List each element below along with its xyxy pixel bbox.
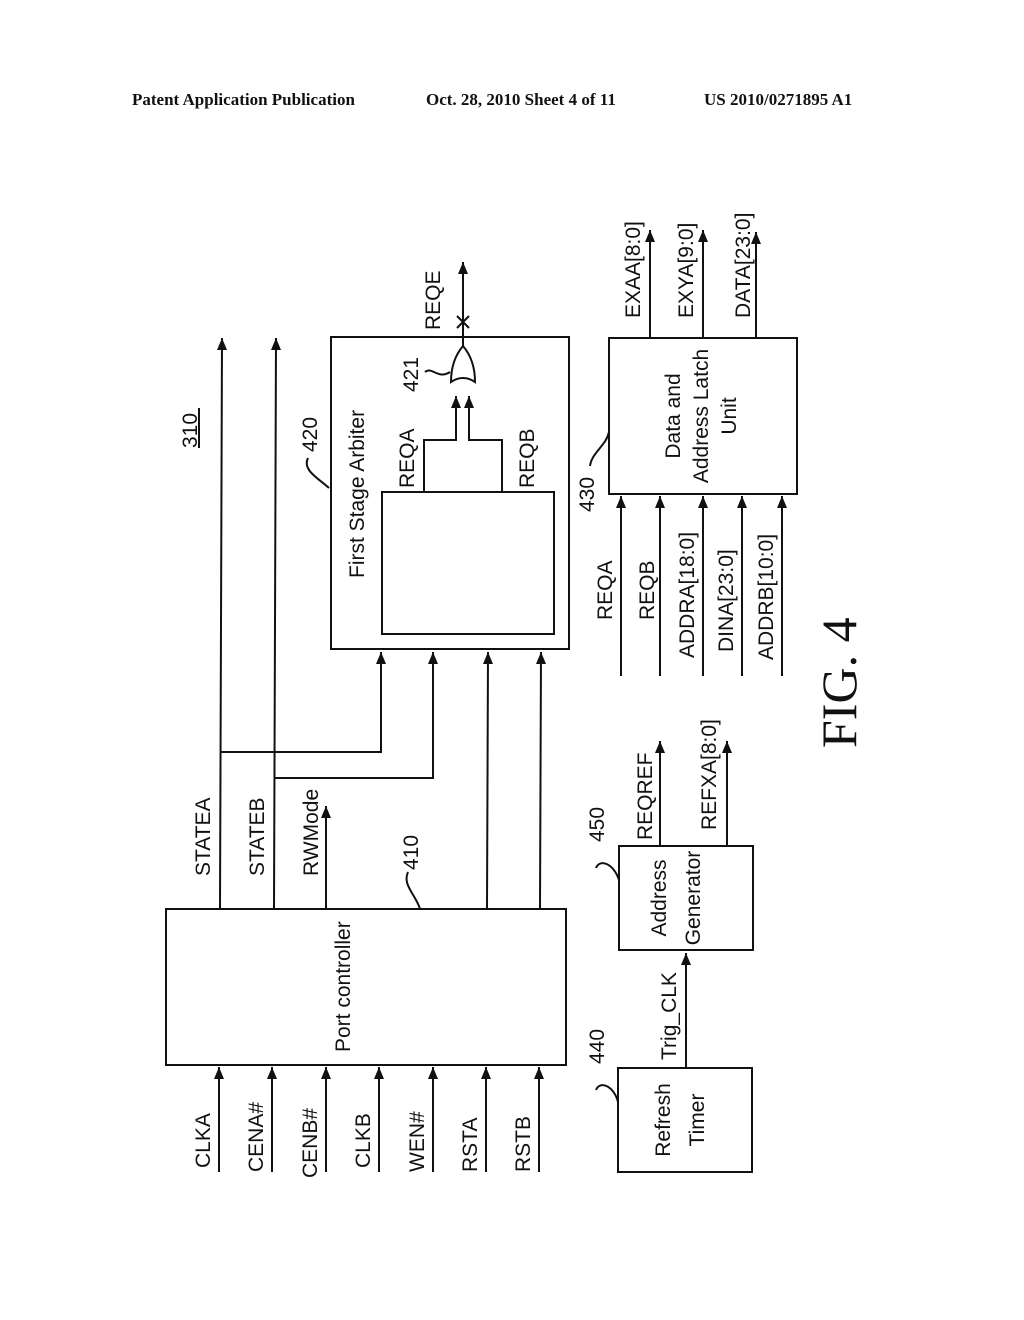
inner-reqb-label: REQB (516, 428, 539, 488)
stateb-wire (271, 337, 281, 910)
reqe-label: REQE (422, 270, 445, 330)
latch-output-exaa: EXAA[8:0] (622, 221, 645, 318)
arbiter-inner-block (381, 491, 555, 635)
ref-430: 430 (576, 477, 599, 512)
port-controller-block (165, 908, 567, 1066)
addrgen-output-refxa: REFXA[8:0] (698, 719, 721, 830)
ref-450-leader (595, 862, 620, 881)
ref-420-leader (305, 457, 330, 489)
latch-label-line3: Unit (718, 397, 741, 435)
latch-output-exya: EXYA[9:0] (675, 223, 698, 318)
refresh-timer-block (617, 1067, 753, 1173)
arbiter-label: First Stage Arbiter (346, 410, 369, 578)
statea-to-arbiter (221, 652, 386, 753)
output-label-rwmode: RWMode (300, 789, 323, 876)
latch-input-addrb: ADDRB[10:0] (755, 534, 778, 660)
latch-label-line2: Address Latch (690, 349, 713, 483)
input-label-cena: CENA# (245, 1102, 268, 1172)
timer-label-line1: Refresh (652, 1083, 675, 1157)
latch-input-addra: ADDRA[18:0] (676, 532, 699, 658)
output-label-stateb: STATEB (246, 797, 269, 876)
ref-440-leader (595, 1084, 619, 1103)
ref-430-leader (589, 431, 610, 467)
input-label-rstb: RSTB (512, 1116, 535, 1172)
addrgen-label-line1: Address (648, 859, 671, 936)
ref-420: 420 (299, 417, 322, 452)
trig-clk-label: Trig_CLK (658, 972, 681, 1060)
input-label-clka: CLKA (192, 1113, 215, 1168)
ref-421: 421 (400, 357, 423, 392)
latch-label-line1: Data and (662, 373, 685, 458)
input-label-cenb: CENB# (299, 1108, 322, 1178)
port-to-arbiter-wire-3 (483, 651, 493, 910)
statea-wire (217, 337, 227, 910)
input-label-rsta: RSTA (459, 1118, 482, 1172)
addrgen-output-reqref: REQREF (634, 752, 657, 840)
ref-410: 410 (400, 835, 423, 870)
output-label-statea: STATEA (192, 797, 215, 876)
latch-input-reqb: REQB (636, 560, 659, 620)
latch-input-dina: DINA[23:0] (715, 549, 738, 652)
input-label-clkb: CLKB (352, 1113, 375, 1168)
addrgen-label-line2: Generator (682, 851, 705, 946)
figure-label: FIG. 4 (811, 617, 867, 748)
latch-output-data: DATA[23:0] (732, 213, 755, 318)
stateb-to-arbiter (275, 652, 438, 779)
port-to-arbiter-wire-4 (536, 651, 546, 910)
input-label-wen: WEN# (406, 1111, 429, 1172)
timer-label-line2: Timer (686, 1094, 709, 1147)
ref-410-leader (405, 871, 421, 910)
latch-input-reqa: REQA (594, 560, 617, 620)
ref-450: 450 (586, 807, 609, 842)
port-controller-label: Port controller (332, 921, 355, 1052)
inner-reqa-label: REQA (396, 428, 419, 488)
ref-440: 440 (586, 1029, 609, 1064)
block-diagram: 310 Port controller 410 CLKA CENA# CENB#… (165, 213, 867, 1178)
